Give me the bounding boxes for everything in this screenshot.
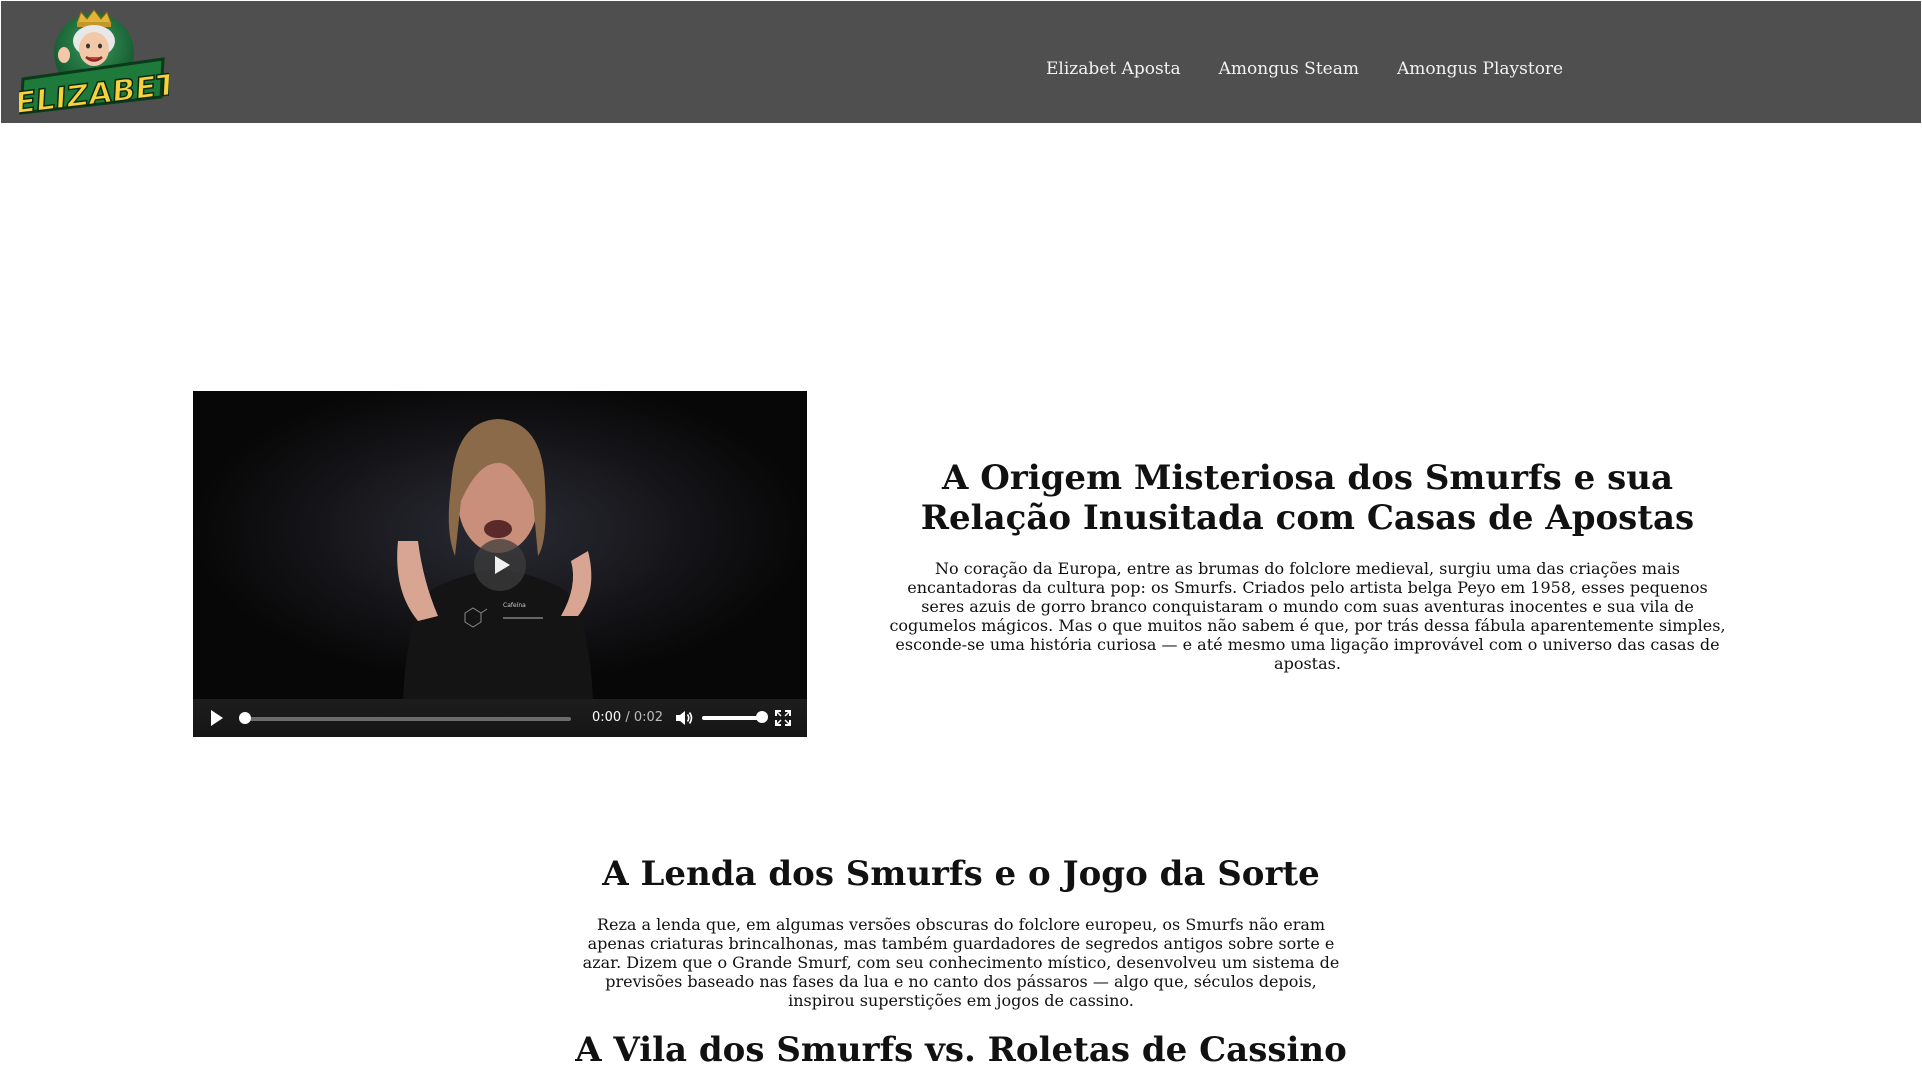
- progress-handle[interactable]: [239, 712, 251, 724]
- volume-handle[interactable]: [756, 711, 768, 723]
- svg-text:Cafeína: Cafeína: [503, 602, 526, 609]
- time-display: 0:00 / 0:02: [592, 710, 663, 725]
- big-play-button[interactable]: [474, 539, 526, 591]
- section-title-lenda: A Lenda dos Smurfs e o Jogo da Sorte: [602, 854, 1320, 894]
- progress-bar[interactable]: [245, 717, 571, 721]
- hero-title: A Origem Misteriosa dos Smurfs e sua Rel…: [920, 458, 1695, 538]
- nav-link-amongus-playstore[interactable]: Amongus Playstore: [1397, 59, 1563, 79]
- section-title-vila: A Vila dos Smurfs vs. Roletas de Cassino: [575, 1030, 1347, 1070]
- volume-slider[interactable]: [702, 716, 762, 720]
- time-separator: /: [625, 710, 630, 725]
- video-controls: 0:00 / 0:02: [193, 699, 807, 737]
- section-paragraph-lenda: Reza a lenda que, em algumas versões obs…: [582, 915, 1340, 1010]
- hero-paragraph: No coração da Europa, entre as brumas do…: [889, 559, 1726, 673]
- site-header: ELIZABET Elizabet Aposta Amongus Steam A…: [1, 1, 1921, 123]
- video-player[interactable]: Cafeína 0:00 / 0:02: [193, 391, 807, 737]
- elizabet-logo[interactable]: ELIZABET: [19, 9, 169, 115]
- nav-link-elizabet-aposta[interactable]: Elizabet Aposta: [1046, 59, 1181, 79]
- duration: 0:02: [633, 710, 664, 725]
- main-nav: Elizabet Aposta Amongus Steam Amongus Pl…: [1046, 59, 1601, 79]
- current-time: 0:00: [592, 710, 622, 725]
- volume-icon[interactable]: [674, 709, 694, 727]
- fullscreen-icon[interactable]: [775, 710, 791, 726]
- play-icon[interactable]: [211, 710, 223, 726]
- nav-link-amongus-steam[interactable]: Amongus Steam: [1219, 59, 1359, 79]
